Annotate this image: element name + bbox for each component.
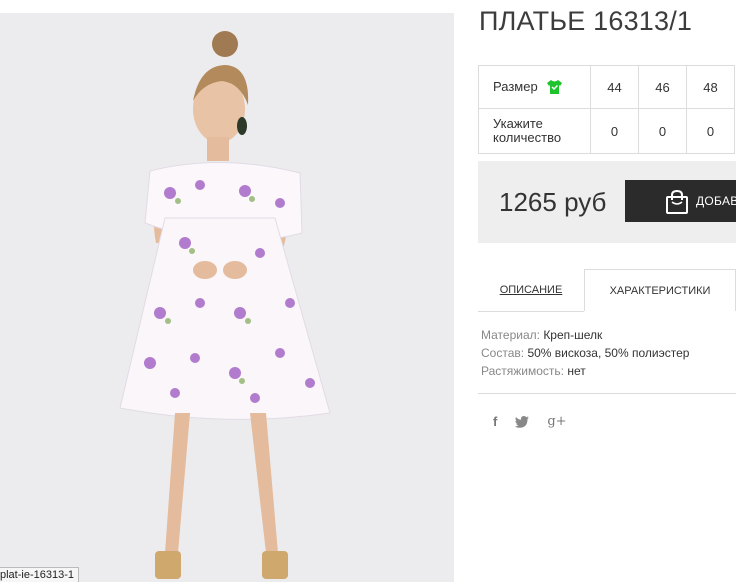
quantity-row: Укажите количество 0 0 0 bbox=[478, 108, 735, 154]
quantity-label-line2: количество bbox=[493, 130, 562, 145]
quantity-label-cell: Укажите количество bbox=[478, 108, 591, 154]
size-row: Размер 44 46 48 bbox=[478, 65, 735, 109]
characteristic-key: Материал: bbox=[481, 328, 540, 342]
characteristics-list: Материал: Креп-шелк Состав: 50% вискоза,… bbox=[481, 326, 689, 380]
image-filename-caption: plat-ie-16313-1 bbox=[0, 567, 79, 582]
size-46[interactable]: 46 bbox=[638, 65, 687, 109]
characteristic-value: 50% вискоза, 50% полиэстер bbox=[527, 346, 690, 360]
quantity-label-line1: Укажите bbox=[493, 116, 543, 131]
tshirt-icon[interactable] bbox=[546, 79, 563, 95]
size-quantity-table: Размер 44 46 48 Укажите количество 0 0 0 bbox=[478, 65, 735, 154]
model-illustration bbox=[119, 31, 331, 579]
googleplus-icon[interactable]: g+ bbox=[547, 414, 566, 429]
product-tabs: ОПИСАНИЕ ХАРАКТЕРИСТИКИ bbox=[478, 269, 736, 312]
characteristic-material: Материал: Креп-шелк bbox=[481, 326, 689, 344]
add-to-cart-button[interactable]: ДОБАВ bbox=[625, 180, 736, 222]
quantity-input-44[interactable]: 0 bbox=[590, 108, 639, 154]
divider bbox=[478, 393, 736, 394]
tab-description[interactable]: ОПИСАНИЕ bbox=[478, 269, 584, 312]
product-title: ПЛАТЬЕ 16313/1 bbox=[479, 6, 693, 36]
characteristic-stretch: Растяжимость: нет bbox=[481, 362, 689, 380]
size-label-cell: Размер bbox=[478, 65, 591, 109]
size-48[interactable]: 48 bbox=[686, 65, 735, 109]
facebook-icon[interactable]: f bbox=[493, 414, 497, 429]
quantity-input-48[interactable]: 0 bbox=[686, 108, 735, 154]
shopping-bag-icon bbox=[666, 189, 688, 214]
product-photo[interactable]: plat-ie-16313-1 bbox=[0, 13, 454, 582]
twitter-icon[interactable] bbox=[515, 415, 530, 428]
social-share: f g+ bbox=[493, 414, 567, 429]
size-44[interactable]: 44 bbox=[590, 65, 639, 109]
size-label: Размер bbox=[493, 79, 538, 94]
price-panel: 1265 руб ДОБАВ bbox=[478, 161, 736, 243]
characteristic-key: Состав: bbox=[481, 346, 525, 360]
characteristic-key: Растяжимость: bbox=[481, 364, 565, 378]
quantity-input-46[interactable]: 0 bbox=[638, 108, 687, 154]
product-price: 1265 руб bbox=[499, 187, 607, 217]
characteristic-value: нет bbox=[567, 364, 586, 378]
tab-characteristics[interactable]: ХАРАКТЕРИСТИКИ bbox=[584, 269, 736, 311]
characteristic-value: Креп-шелк bbox=[543, 328, 603, 342]
characteristic-composition: Состав: 50% вискоза, 50% полиэстер bbox=[481, 344, 689, 362]
